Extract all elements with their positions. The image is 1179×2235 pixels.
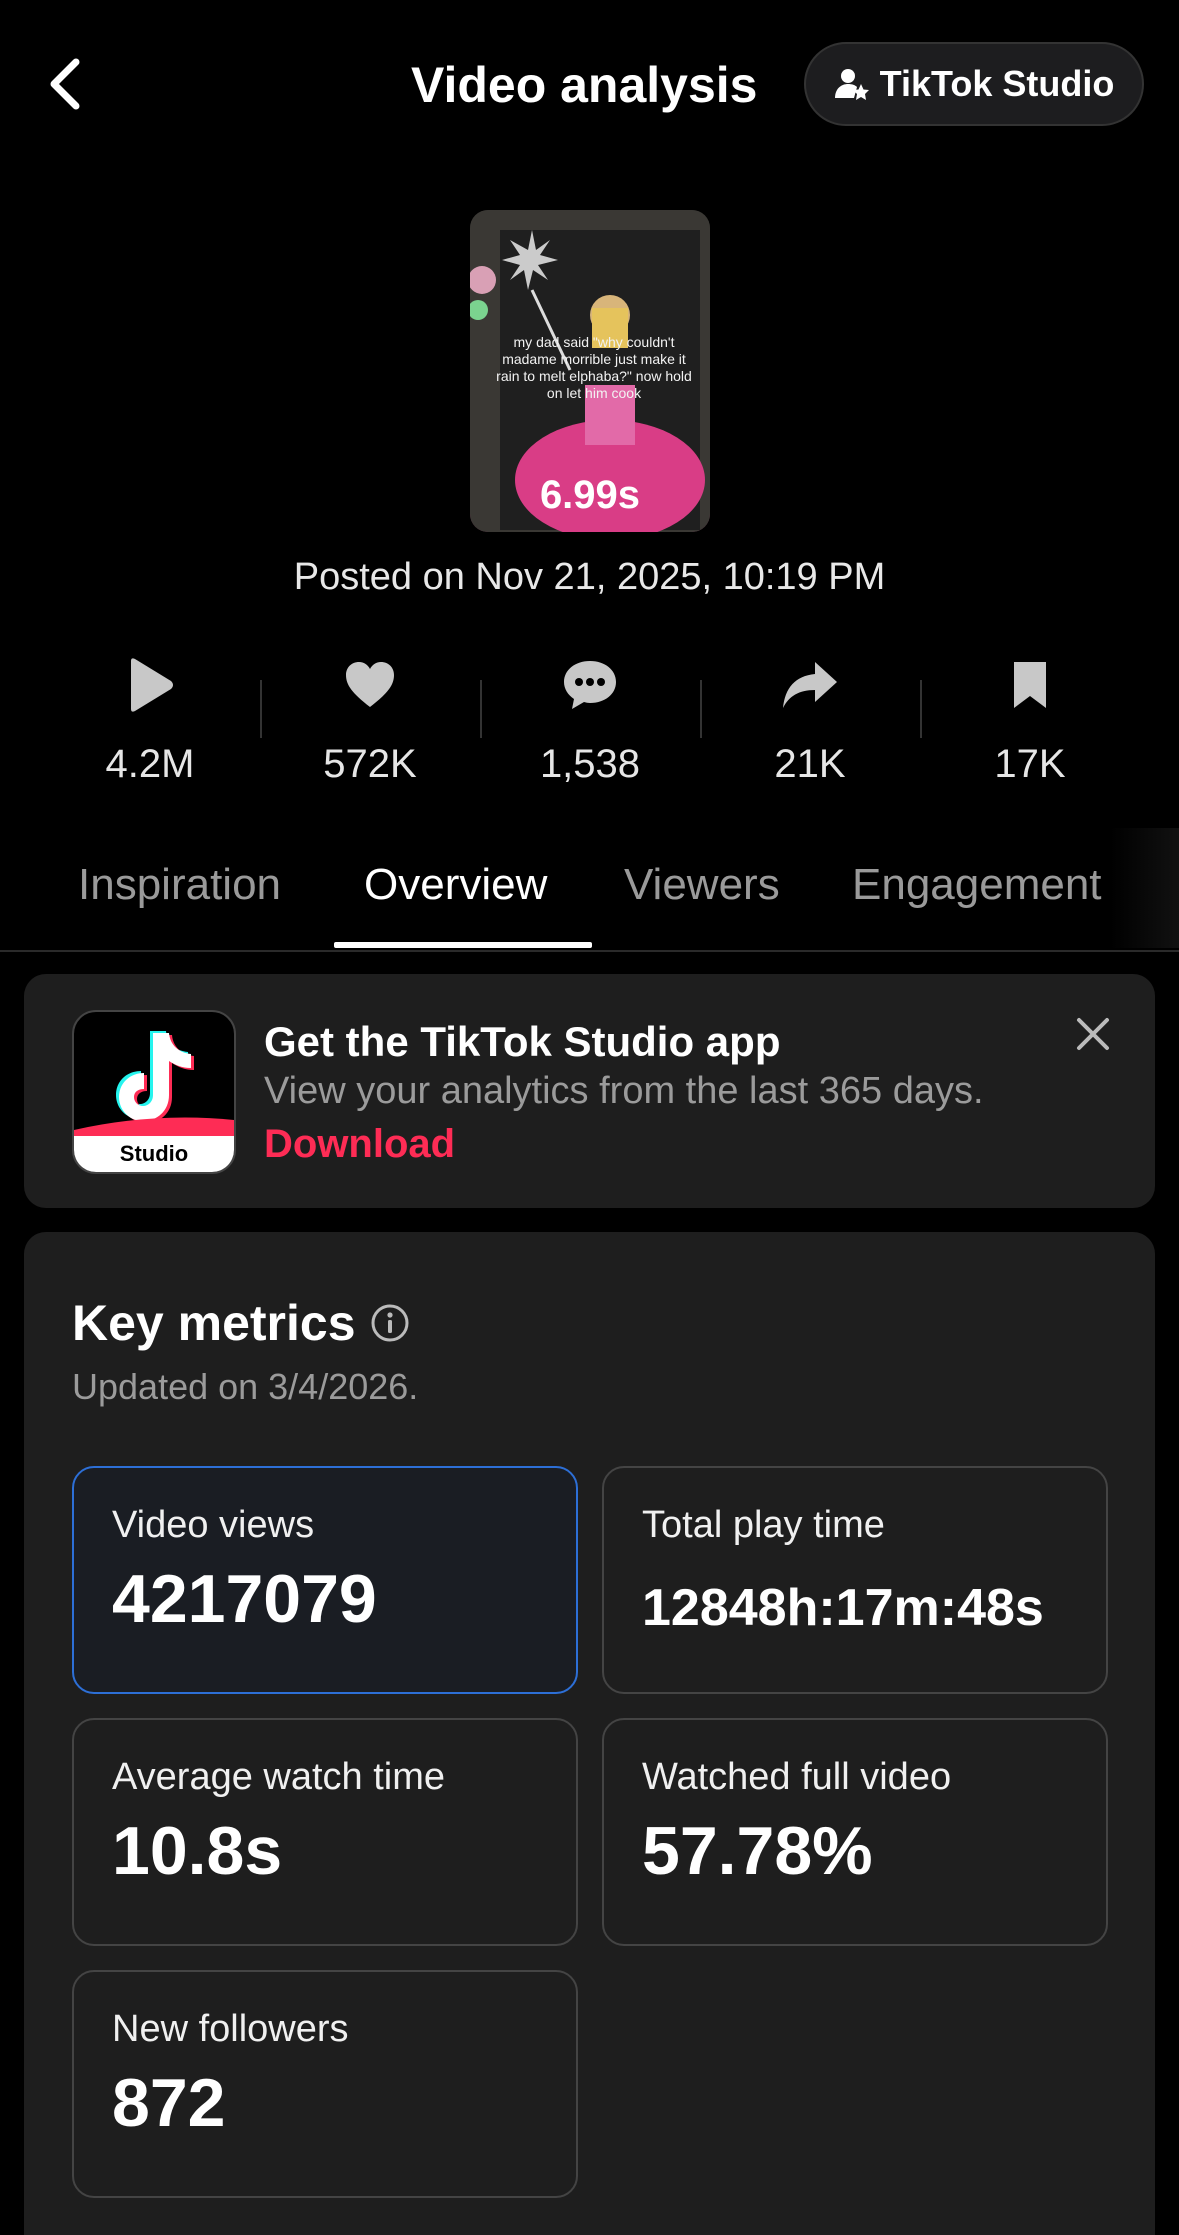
user-star-icon xyxy=(834,69,869,100)
stat-shares-value: 21K xyxy=(774,742,846,786)
tab-viewers[interactable]: Viewers xyxy=(624,860,780,910)
posted-date: Posted on Nov 21, 2025, 10:19 PM xyxy=(293,556,886,598)
download-link[interactable]: Download xyxy=(264,1122,455,1167)
updated-date: Updated on 3/4/2026. xyxy=(72,1366,419,1407)
metric-card-total-play-time[interactable]: Total play time 12848h:17m:48s xyxy=(602,1466,1108,1694)
share-icon xyxy=(783,662,837,708)
tiktok-studio-button[interactable]: TikTok Studio xyxy=(804,42,1144,126)
video-caption: my dad said "why couldn't madame morribl… xyxy=(496,334,692,401)
close-banner-button[interactable] xyxy=(1071,1012,1115,1056)
heart-icon xyxy=(346,662,394,707)
banner-title: Get the TikTok Studio app xyxy=(264,1018,781,1065)
metric-card-new-followers[interactable]: New followers 872 xyxy=(72,1970,578,2198)
stat-saves: 17K xyxy=(920,650,1140,790)
metric-value: 57.78% xyxy=(642,1813,873,1889)
stat-likes-value: 572K xyxy=(323,742,417,786)
video-thumbnail[interactable]: my dad said "why couldn't madame morribl… xyxy=(470,210,710,532)
comment-icon xyxy=(564,661,616,709)
stat-views-value: 4.2M xyxy=(105,742,195,786)
stat-likes: 572K xyxy=(260,650,480,790)
stat-shares: 21K xyxy=(700,650,920,790)
tab-bar: Inspiration Overview Viewers Engagement xyxy=(0,850,1179,952)
metric-card-video-views[interactable]: Video views 4217079 xyxy=(72,1466,578,1694)
stat-comments-value: 1,538 xyxy=(539,742,641,786)
metric-card-watched-full-video[interactable]: Watched full video 57.78% xyxy=(602,1718,1108,1946)
metric-value: 12848h:17m:48s xyxy=(642,1579,1044,1637)
info-icon[interactable] xyxy=(370,1303,410,1343)
tab-engagement[interactable]: Engagement xyxy=(852,860,1102,910)
key-metrics-heading: Key metrics xyxy=(72,1294,410,1352)
metric-label: New followers xyxy=(112,2008,349,2050)
metric-value: 4217079 xyxy=(112,1561,377,1637)
stat-saves-value: 17K xyxy=(994,742,1066,786)
stat-views: 4.2M xyxy=(40,650,260,790)
tab-inspiration[interactable]: Inspiration xyxy=(78,860,281,910)
play-icon xyxy=(131,658,173,712)
close-icon xyxy=(1077,1018,1109,1050)
metric-label: Average watch time xyxy=(112,1756,446,1798)
metric-label: Video views xyxy=(112,1504,315,1546)
tiktok-logo-icon xyxy=(74,1031,234,1136)
studio-app-banner: Studio Get the TikTok Studio app View yo… xyxy=(24,974,1155,1208)
tab-scroll-fade xyxy=(1110,828,1179,948)
bookmark-icon xyxy=(1014,662,1046,708)
active-tab-indicator xyxy=(334,942,592,948)
key-metrics-section: Key metrics Updated on 3/4/2026. Video v… xyxy=(24,1232,1155,2235)
metric-label: Total play time xyxy=(642,1504,885,1546)
key-metrics-title: Key metrics xyxy=(72,1295,356,1351)
metric-card-average-watch-time[interactable]: Average watch time 10.8s xyxy=(72,1718,578,1946)
metric-value: 10.8s xyxy=(112,1813,283,1889)
tiktok-studio-app-icon: Studio xyxy=(72,1010,236,1174)
stat-comments: 1,538 xyxy=(480,650,700,790)
video-duration: 6.99s xyxy=(539,473,641,517)
studio-button-label: TikTok Studio xyxy=(879,63,1115,104)
metric-label: Watched full video xyxy=(642,1756,952,1798)
metric-value: 872 xyxy=(112,2065,226,2141)
stats-row: 4.2M 572K 1,538 21K 17K xyxy=(40,650,1140,790)
banner-subtitle: View your analytics from the last 365 da… xyxy=(264,1070,984,1112)
tab-overview[interactable]: Overview xyxy=(364,860,547,910)
app-icon-label: Studio xyxy=(74,1136,234,1172)
